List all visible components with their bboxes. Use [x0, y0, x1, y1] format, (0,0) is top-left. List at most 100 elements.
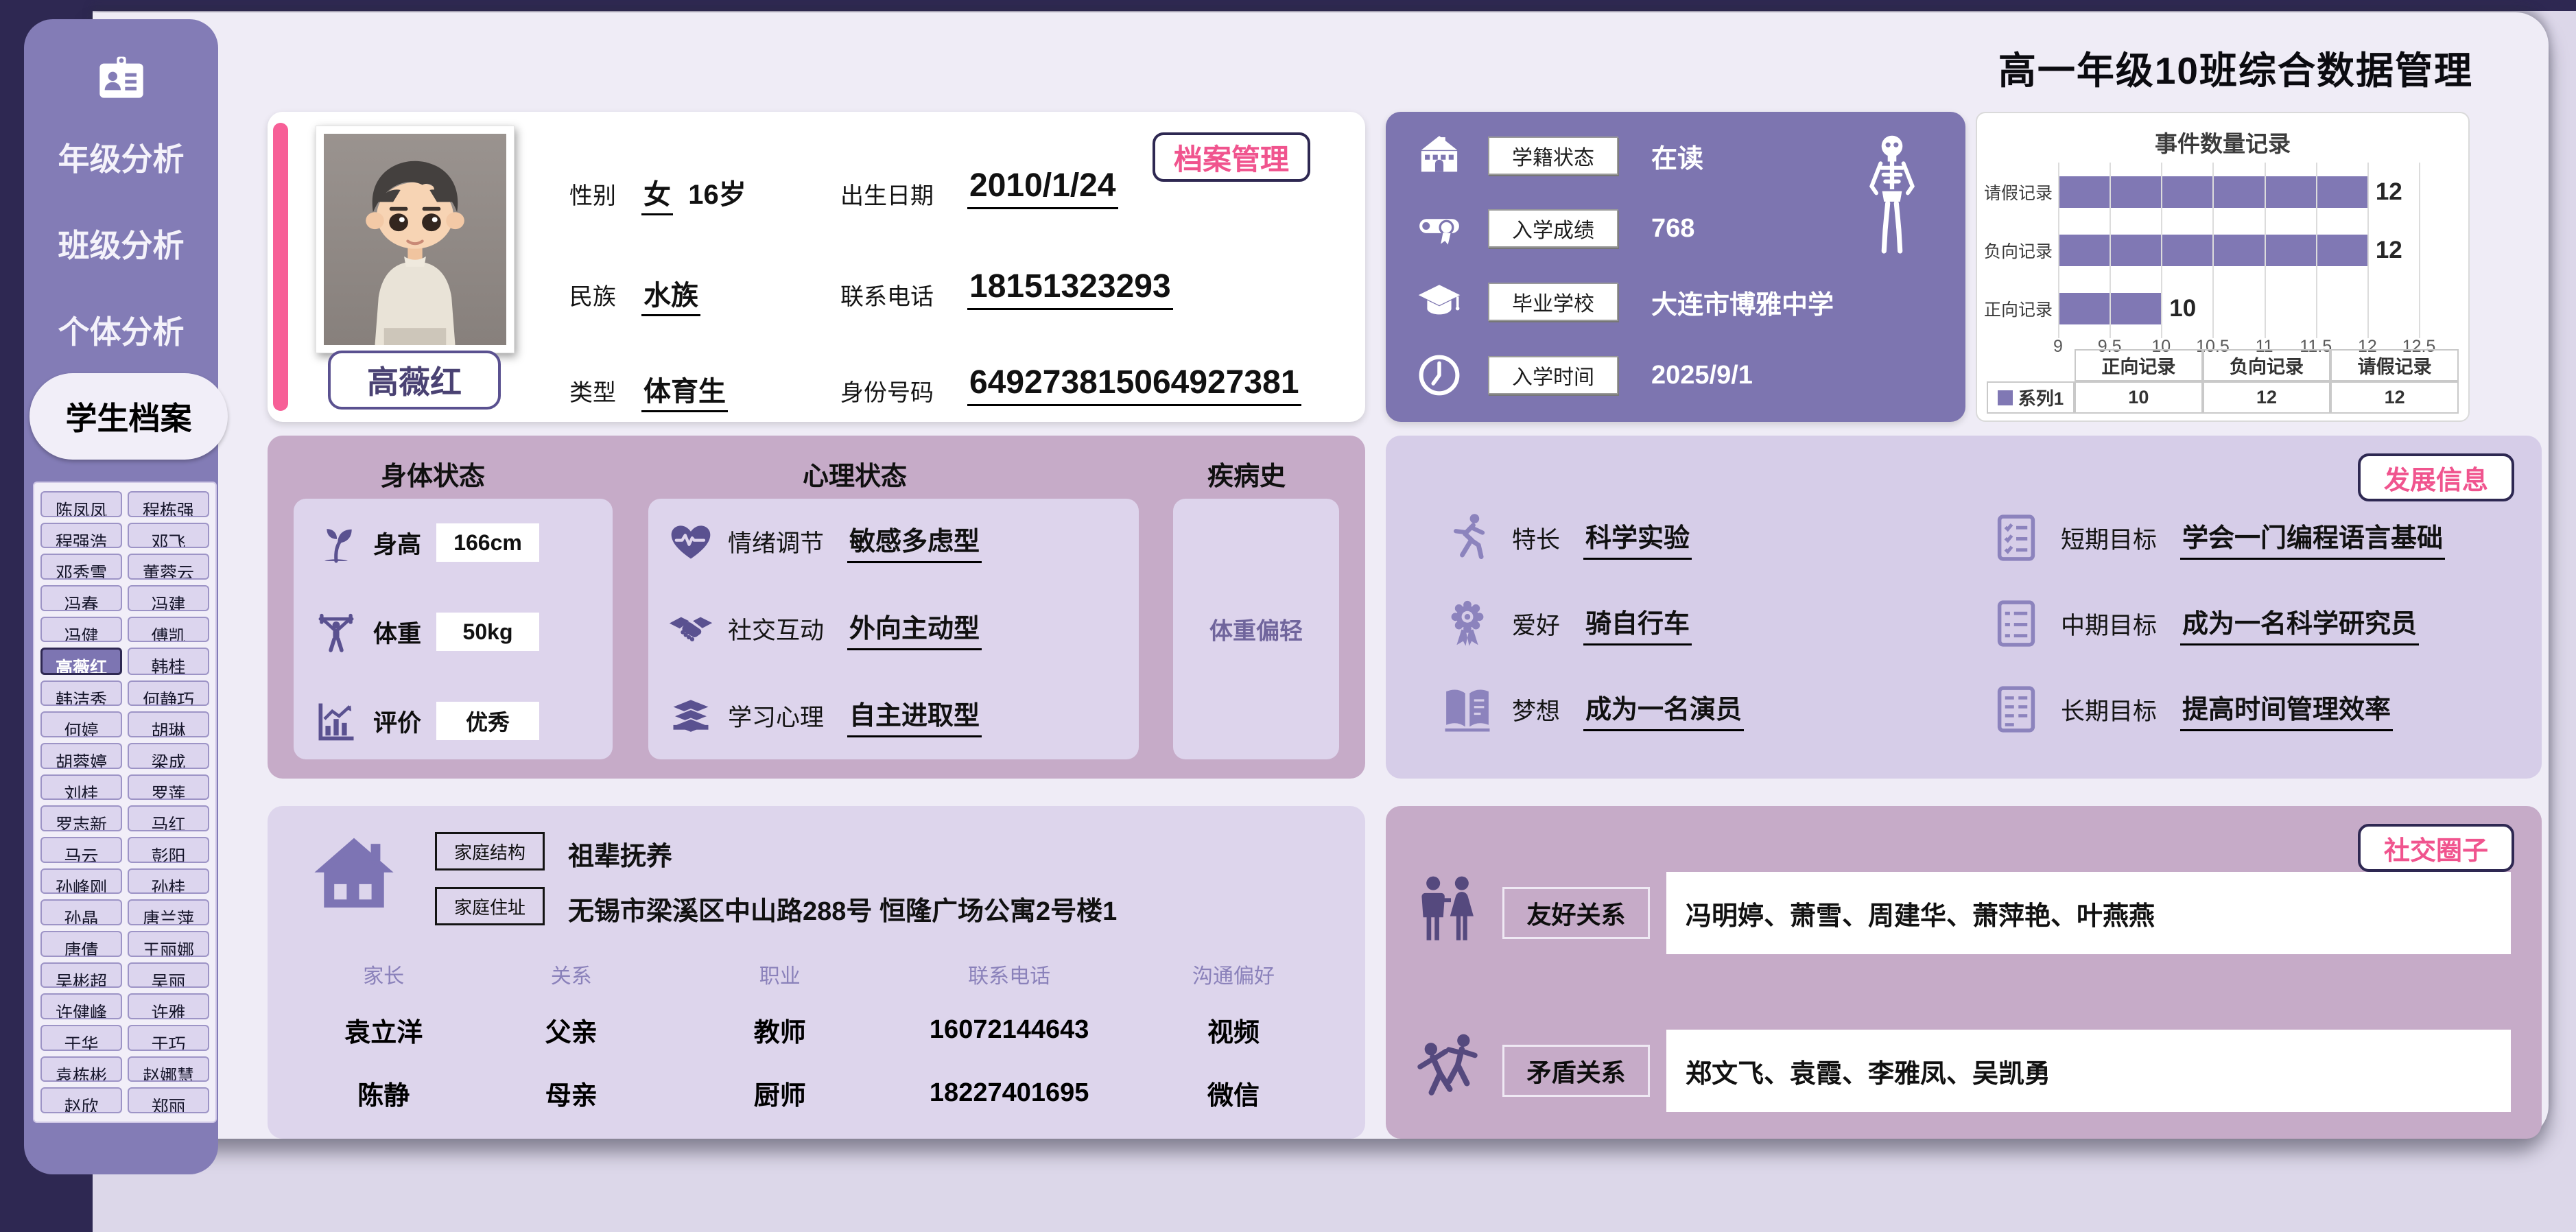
student-list-item[interactable]: 郑丽	[128, 1087, 209, 1113]
height-input[interactable]: 166cm	[436, 523, 539, 562]
body-status-panel: 身体状态 心理状态 疾病史 身高 166cm	[268, 436, 1365, 779]
student-list-item[interactable]: 罗莲	[128, 774, 209, 801]
student-list-item[interactable]: 邓秀雪	[40, 554, 122, 580]
weight-input[interactable]: 50kg	[436, 613, 539, 651]
student-list-item[interactable]: 王丽娜	[128, 931, 209, 957]
student-list-item[interactable]: 冯健	[40, 617, 122, 643]
archive-management-badge[interactable]: 档案管理	[1153, 132, 1310, 182]
sidebar-item-3[interactable]: 学生档案	[29, 373, 228, 460]
parents-table-cell: 视频	[1129, 999, 1338, 1062]
ethnic-value: 水族	[641, 273, 700, 313]
student-list-item[interactable]: 孙晶	[40, 899, 122, 925]
student-list-item[interactable]: 袁栋彬	[40, 1056, 122, 1082]
family-structure-label[interactable]: 家庭结构	[435, 832, 545, 870]
family-address-label[interactable]: 家庭住址	[435, 887, 545, 925]
age-text: 16岁	[688, 180, 746, 210]
student-list-item[interactable]: 唐兰萍	[128, 899, 209, 925]
sidebar-item-0[interactable]: 年级分析	[24, 114, 218, 200]
school-icon	[1417, 133, 1462, 178]
weightlifter-icon	[313, 608, 359, 655]
friend-relation-label[interactable]: 友好关系	[1502, 887, 1650, 939]
student-list-item[interactable]: 孙峰刚	[40, 868, 122, 895]
student-list-item[interactable]: 孙桂	[128, 868, 209, 895]
gridline	[2212, 163, 2214, 338]
sidebar-item-2[interactable]: 个体分析	[24, 287, 218, 373]
student-list-item[interactable]: 罗志新	[40, 805, 122, 831]
phone-label: 联系电话	[840, 278, 934, 311]
graduation-cap-icon	[1417, 279, 1462, 324]
student-list-item[interactable]: 吴彬超	[40, 962, 122, 988]
student-list-item[interactable]: 高薇红	[40, 648, 122, 675]
student-list-item[interactable]: 程强浩	[40, 523, 122, 549]
parents-table-header: 沟通偏好	[1129, 950, 1338, 999]
eval-input[interactable]: 优秀	[436, 702, 539, 740]
gridline	[2058, 163, 2059, 338]
student-list-item[interactable]: 邓飞	[128, 523, 209, 549]
student-list-panel: 陈凤凤程栋强程强浩邓飞邓秀雪董蓉云冯春冯建冯健傅凯高薇红韩桂韩洁秀何静巧何婷胡琳…	[33, 482, 217, 1123]
student-list-item[interactable]: 于巧	[128, 1025, 209, 1051]
student-list-item[interactable]: 彭阳	[128, 837, 209, 863]
legend-swatch	[1998, 390, 2013, 405]
student-list-item[interactable]: 许健峰	[40, 993, 122, 1019]
chart-title: 事件数量记录	[1977, 126, 2468, 158]
weight-label: 体重	[373, 615, 421, 650]
friend-relation-input[interactable]: 冯明婷、萧雪、周建华、萧萍艳、叶燕燕	[1666, 872, 2511, 954]
student-list-item[interactable]: 冯建	[128, 585, 209, 611]
disease-history-card: 体重偏轻	[1173, 499, 1339, 759]
gridline	[2419, 163, 2420, 338]
gender-label: 性别	[569, 177, 616, 211]
top-border	[0, 0, 2576, 11]
student-photo	[316, 126, 515, 353]
student-list-item[interactable]: 程栋强	[128, 491, 209, 517]
section-head-disease: 疾病史	[1207, 455, 1286, 493]
student-name-badge: 高薇红	[328, 351, 501, 410]
status-label-box[interactable]: 入学成绩	[1488, 209, 1618, 248]
student-list-item[interactable]: 唐倩	[40, 931, 122, 957]
student-list-item[interactable]: 傅凯	[128, 617, 209, 643]
student-list-item[interactable]: 何婷	[40, 711, 122, 737]
clock-icon	[1417, 353, 1462, 398]
student-list-item[interactable]: 董蓉云	[128, 554, 209, 580]
status-value: 768	[1651, 214, 1694, 244]
sidebar-item-1[interactable]: 班级分析	[24, 200, 218, 287]
mid-goal-label: 中期目标	[2061, 606, 2157, 641]
student-list-item[interactable]: 何静巧	[128, 680, 209, 707]
status-value: 大连市博雅中学	[1651, 283, 1834, 321]
student-list-item[interactable]: 韩桂	[128, 648, 209, 675]
student-list-item[interactable]: 胡琳	[128, 711, 209, 737]
student-list-item[interactable]: 胡蓉婷	[40, 743, 122, 769]
sprout-icon	[313, 519, 359, 566]
social-circle-badge[interactable]: 社交圈子	[2358, 824, 2514, 872]
student-list-item[interactable]: 于华	[40, 1025, 122, 1051]
student-list-item[interactable]: 冯春	[40, 585, 122, 611]
ethnic-label: 民族	[569, 278, 616, 311]
legend-value: 12	[2203, 381, 2331, 414]
student-list-item[interactable]: 韩洁秀	[40, 680, 122, 707]
conflict-relation-label[interactable]: 矛盾关系	[1502, 1045, 1650, 1097]
status-label-box[interactable]: 毕业学校	[1488, 283, 1618, 321]
dream-value: 成为一名演员	[1583, 688, 1744, 731]
bar-row: 请假记录 12	[2058, 163, 2419, 221]
student-list-item[interactable]: 吴丽	[128, 962, 209, 988]
list-icon	[1989, 597, 2043, 650]
bar-row: 负向记录 12	[2058, 221, 2419, 279]
development-badge[interactable]: 发展信息	[2358, 453, 2514, 501]
id-text: 649273815064927381	[967, 364, 1301, 406]
student-list-item[interactable]: 陈凤凤	[40, 491, 122, 517]
student-list-item[interactable]: 赵欣	[40, 1087, 122, 1113]
bar-value-label: 12	[2376, 237, 2402, 264]
student-list-item[interactable]: 赵娜慧	[128, 1056, 209, 1082]
student-list-item[interactable]: 许雅	[128, 993, 209, 1019]
status-label-box[interactable]: 入学时间	[1488, 356, 1618, 394]
student-list-item[interactable]: 梁成	[128, 743, 209, 769]
status-label-box[interactable]: 学籍状态	[1488, 137, 1618, 175]
type-text: 体育生	[641, 377, 728, 412]
long-goal-value: 提高时间管理效率	[2180, 688, 2393, 731]
student-list-item[interactable]: 马云	[40, 837, 122, 863]
bar-value-label: 12	[2376, 178, 2402, 206]
body-card: 身高 166cm 体重 50kg	[294, 499, 613, 759]
student-list-item[interactable]: 刘桂	[40, 774, 122, 801]
conflict-relation-input[interactable]: 郑文飞、袁霞、李雅凤、吴凯勇	[1666, 1030, 2511, 1112]
student-list-item[interactable]: 马红	[128, 805, 209, 831]
avatar-illustration	[324, 134, 506, 345]
